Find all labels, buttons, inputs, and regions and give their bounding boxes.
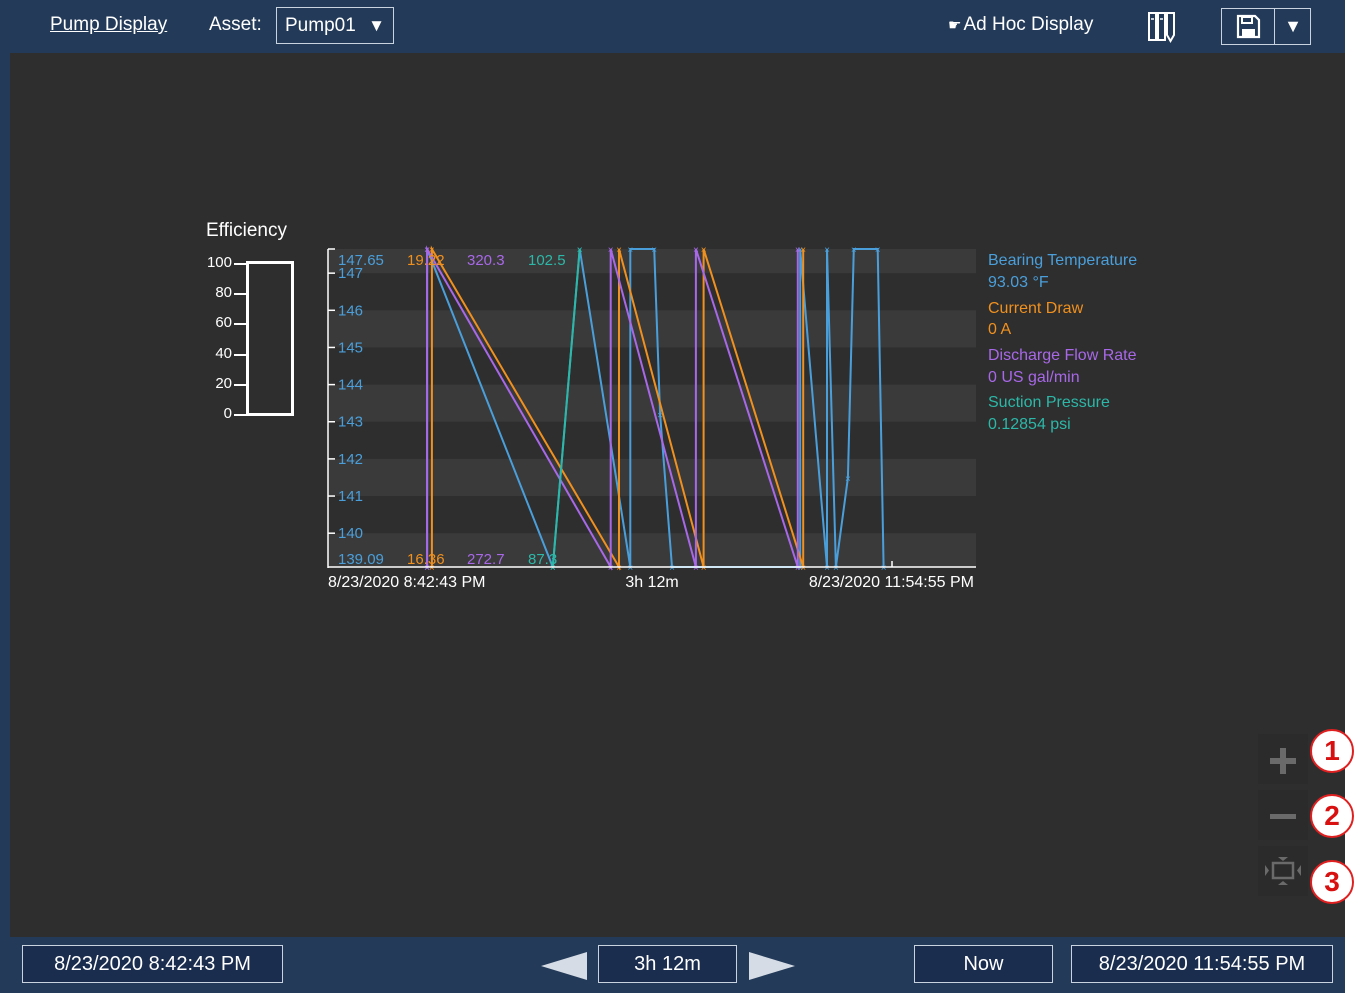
trend-point-marker: × bbox=[669, 563, 675, 574]
trend-point-marker: × bbox=[800, 245, 806, 256]
trend-point-marker: × bbox=[833, 563, 839, 574]
trend-point-marker: × bbox=[577, 245, 583, 256]
save-options-dropdown[interactable]: ▼ bbox=[1275, 9, 1311, 44]
legend-suction-pressure[interactable]: Suction Pressure bbox=[988, 394, 1110, 411]
trend-point-marker: × bbox=[616, 245, 622, 256]
trend-point-marker: × bbox=[701, 245, 707, 256]
legend-current-draw[interactable]: Current Draw bbox=[988, 300, 1084, 317]
legend-suction-pressure-value: 0.12854 psi bbox=[988, 416, 1071, 433]
fit-screen-icon bbox=[1265, 857, 1301, 885]
y-tick-label: 147 bbox=[338, 265, 363, 282]
trend-point-marker: × bbox=[875, 245, 881, 256]
callout-marker: 3 bbox=[1310, 860, 1354, 904]
trend-point-marker: × bbox=[608, 563, 614, 574]
trend-point-marker: × bbox=[824, 245, 830, 256]
zoom-in-button[interactable] bbox=[1258, 734, 1308, 784]
trend-point-marker: × bbox=[701, 563, 707, 574]
plus-icon bbox=[1270, 748, 1296, 774]
save-button-group: ▼ bbox=[1221, 8, 1311, 45]
fit-to-screen-button[interactable] bbox=[1258, 846, 1308, 896]
trend-point-marker: × bbox=[845, 474, 851, 485]
trend-band bbox=[328, 458, 976, 497]
efficiency-tick: 0 bbox=[223, 405, 232, 422]
efficiency-tick: 100 bbox=[206, 254, 232, 271]
trend-duration: 3h 12m bbox=[625, 574, 678, 591]
y-tick-label: 145 bbox=[338, 339, 363, 356]
trend-point-marker: × bbox=[795, 563, 801, 574]
bearing-scale-min: 139.09 bbox=[338, 551, 384, 568]
now-button[interactable]: Now bbox=[914, 945, 1053, 983]
y-tick-label: 143 bbox=[338, 414, 363, 431]
callout-marker: 1 bbox=[1310, 729, 1354, 773]
asset-value: Pump01 bbox=[285, 15, 356, 36]
y-tick-label: 142 bbox=[338, 451, 363, 468]
efficiency-tick: 40 bbox=[215, 345, 232, 362]
current-scale-min: 16.36 bbox=[407, 551, 445, 568]
trend-point-marker: × bbox=[693, 563, 699, 574]
time-bar: 8/23/2020 8:42:43 PM 3h 12m Now 8/23/202… bbox=[0, 937, 1345, 993]
trend-legend: Bearing Temperature 93.03 °F Current Dra… bbox=[988, 252, 1137, 433]
start-time-box[interactable]: 8/23/2020 8:42:43 PM bbox=[22, 945, 283, 983]
efficiency-bar[interactable] bbox=[246, 261, 294, 416]
adhoc-display-label: Ad Hoc Display bbox=[963, 14, 1094, 35]
trend-end-time: 8/23/2020 11:54:55 PM bbox=[809, 574, 974, 591]
pointer-hand-icon: ☛ bbox=[948, 17, 962, 34]
display-title-link[interactable]: Pump Display bbox=[50, 14, 167, 36]
flow-scale-max: 320.3 bbox=[467, 252, 505, 269]
arrow-right-icon[interactable] bbox=[749, 952, 795, 980]
legend-current-draw-value: 0 A bbox=[988, 321, 1011, 338]
display-library-icon[interactable] bbox=[1147, 11, 1177, 43]
trend-point-marker: × bbox=[627, 245, 633, 256]
chevron-down-icon: ▼ bbox=[1284, 16, 1302, 36]
floppy-disk-icon bbox=[1236, 14, 1261, 39]
trend-point-marker: × bbox=[651, 245, 657, 256]
trend-point-marker: × bbox=[800, 563, 806, 574]
save-button[interactable] bbox=[1222, 9, 1275, 44]
arrow-left-icon[interactable] bbox=[541, 952, 587, 980]
asset-dropdown[interactable]: Pump01 ▼ bbox=[276, 7, 394, 44]
legend-discharge-flow-rate-value: 0 US gal/min bbox=[988, 369, 1080, 386]
zoom-controls bbox=[1258, 734, 1308, 896]
flow-scale-min: 272.7 bbox=[467, 551, 505, 568]
trend-point-marker: × bbox=[881, 563, 887, 574]
current-scale-max: 19.22 bbox=[407, 252, 445, 269]
legend-bearing-temperature[interactable]: Bearing Temperature bbox=[988, 252, 1137, 269]
end-time-box[interactable]: 8/23/2020 11:54:55 PM bbox=[1071, 945, 1333, 983]
trend-point-marker: × bbox=[851, 245, 857, 256]
suction-scale-max: 102.5 bbox=[528, 252, 566, 269]
trend-point-marker: × bbox=[693, 245, 699, 256]
trend-chart[interactable]: ×××××× ××× ××××××× ×××××××××××××××××××× 147… bbox=[300, 230, 1160, 600]
zoom-out-button[interactable] bbox=[1258, 790, 1308, 840]
y-tick-label: 146 bbox=[338, 302, 363, 319]
legend-discharge-flow-rate[interactable]: Discharge Flow Rate bbox=[988, 347, 1137, 364]
suction-scale-min: 87.3 bbox=[528, 551, 557, 568]
trend-point-marker: × bbox=[824, 563, 830, 574]
trend-point-marker: × bbox=[795, 245, 801, 256]
efficiency-tick: 20 bbox=[215, 375, 232, 392]
trend-point-marker: × bbox=[616, 563, 622, 574]
top-bar: Pump Display Asset: Pump01 ▼ ☛ Ad Hoc Dis… bbox=[0, 0, 1345, 53]
minus-icon bbox=[1270, 814, 1296, 819]
efficiency-tick: 60 bbox=[215, 314, 232, 331]
y-tick-label: 141 bbox=[338, 488, 363, 505]
chevron-down-icon: ▼ bbox=[368, 16, 385, 35]
trend-start-time: 8/23/2020 8:42:43 PM bbox=[328, 574, 485, 591]
y-tick-label: 140 bbox=[338, 525, 363, 542]
legend-bearing-temperature-value: 93.03 °F bbox=[988, 274, 1049, 291]
y-tick-label: 144 bbox=[338, 377, 363, 394]
callout-marker: 2 bbox=[1310, 794, 1354, 838]
trend-point-marker: × bbox=[627, 563, 633, 574]
trend-point-marker: × bbox=[608, 245, 614, 256]
efficiency-tick: 80 bbox=[215, 284, 232, 301]
duration-box[interactable]: 3h 12m bbox=[598, 945, 737, 983]
efficiency-title: Efficiency bbox=[206, 220, 287, 241]
asset-label: Asset: bbox=[209, 14, 262, 35]
adhoc-display-button[interactable]: ☛ Ad Hoc Display bbox=[948, 14, 1093, 36]
